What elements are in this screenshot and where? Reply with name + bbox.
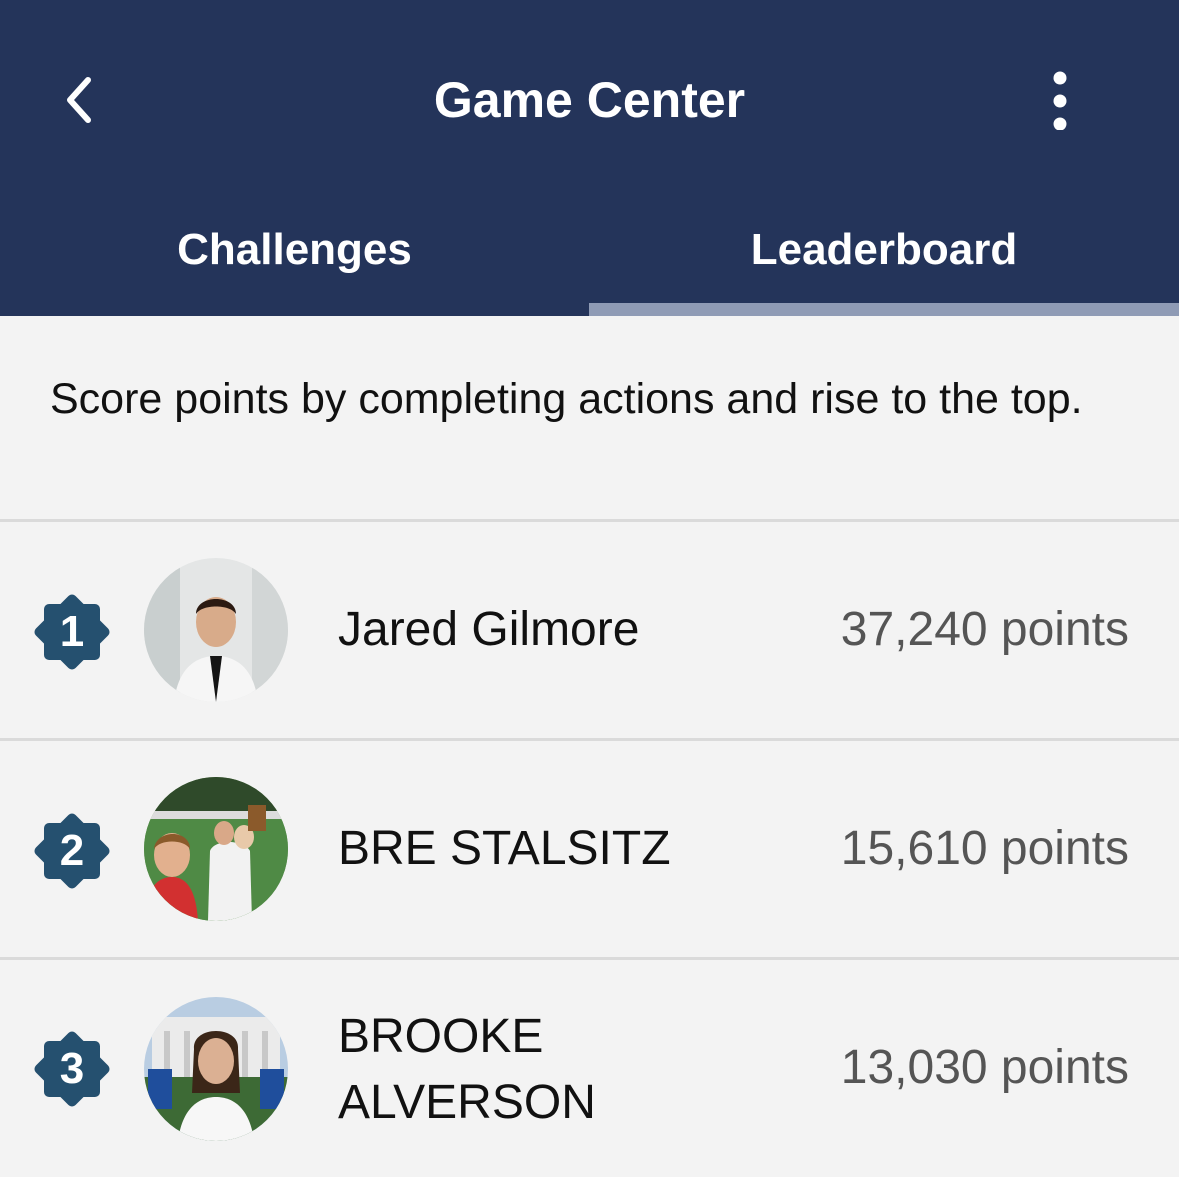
intro-text: Score points by completing actions and r… (50, 375, 1083, 423)
rank-badge: 2 (24, 803, 120, 899)
app-header: Game Center Challenges Leaderboard (0, 0, 1179, 316)
user-photo-icon (144, 558, 288, 702)
leaderboard-row[interactable]: 2 BRE STALSITZ 15,610 points (0, 741, 1179, 957)
user-name: BROOKE ALVERSON (338, 1010, 596, 1129)
user-name: BRE STALSITZ (338, 822, 671, 875)
user-name: Jared Gilmore (338, 603, 640, 656)
active-tab-indicator (589, 303, 1179, 316)
rank-badge: 1 (24, 584, 120, 680)
avatar (144, 997, 288, 1141)
tab-leaderboard[interactable]: Leaderboard (589, 212, 1179, 288)
leaderboard-row[interactable]: 1 Jared Gilmore 37,240 points (0, 522, 1179, 738)
user-photo-icon (144, 997, 288, 1141)
more-options-button[interactable] (1020, 60, 1100, 140)
avatar (144, 558, 288, 702)
tab-challenges[interactable]: Challenges (0, 212, 589, 288)
user-points: 15,610 points (840, 822, 1129, 875)
more-vertical-icon (1053, 71, 1067, 130)
rank-number: 3 (59, 1044, 85, 1093)
page-title: Game Center (433, 72, 746, 128)
user-photo-icon (144, 777, 288, 921)
rank-number: 1 (59, 607, 85, 656)
user-points: 37,240 points (840, 603, 1129, 656)
avatar (144, 777, 288, 921)
user-points: 13,030 points (840, 1041, 1129, 1094)
rank-number: 2 (59, 826, 85, 875)
leaderboard-row[interactable]: 3 BROOKE ALVERSON 13,030 points (0, 960, 1179, 1176)
rank-badge: 3 (24, 1021, 120, 1117)
